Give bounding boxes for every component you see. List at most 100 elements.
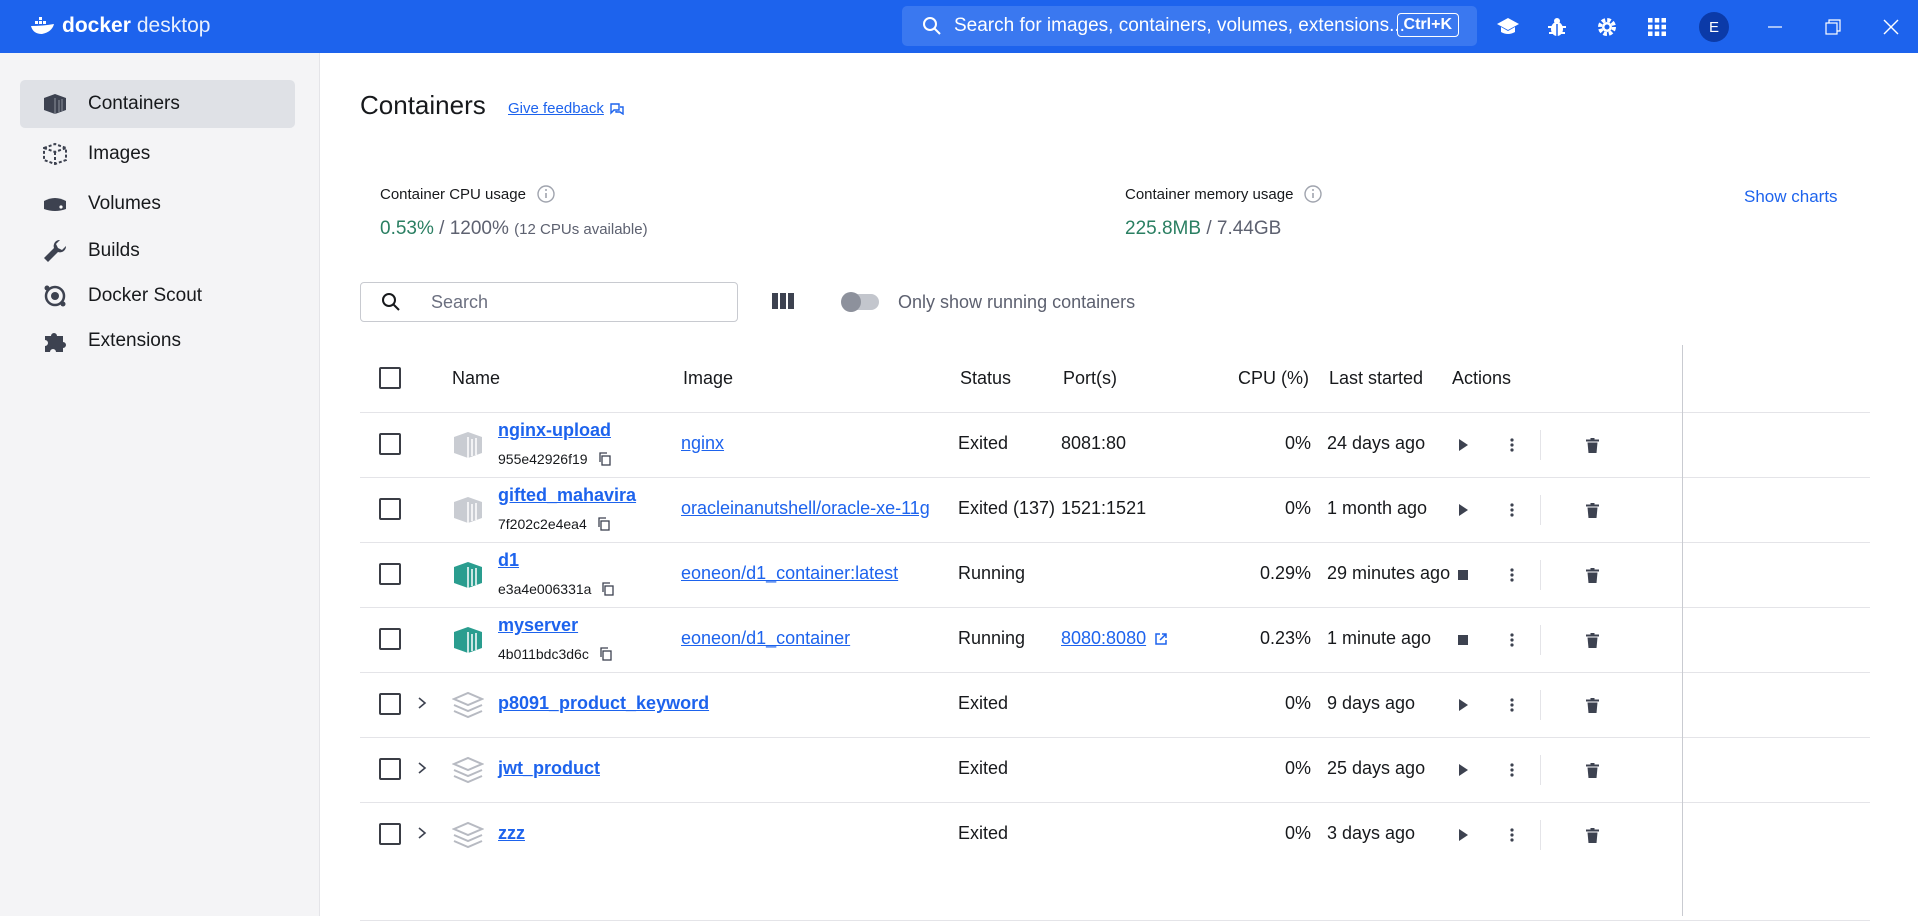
- more-options-icon[interactable]: [1502, 825, 1522, 845]
- container-name[interactable]: d1: [498, 550, 519, 571]
- delete-icon[interactable]: [1582, 760, 1602, 780]
- show-charts-button[interactable]: Show charts: [1744, 187, 1838, 207]
- expand-chevron-icon[interactable]: [416, 760, 428, 776]
- delete-icon[interactable]: [1582, 630, 1602, 650]
- container-name[interactable]: jwt_product: [498, 758, 600, 779]
- delete-icon[interactable]: [1582, 695, 1602, 715]
- copy-icon[interactable]: [601, 582, 615, 596]
- image-link[interactable]: eoneon/d1_container: [681, 628, 850, 649]
- scout-icon: [40, 281, 70, 311]
- row-checkbox[interactable]: [379, 498, 401, 520]
- copy-icon[interactable]: [599, 647, 613, 661]
- info-icon[interactable]: [1303, 184, 1323, 204]
- info-icon[interactable]: [536, 184, 556, 204]
- cpu-percent: 0%: [1284, 433, 1311, 453]
- row-checkbox[interactable]: [379, 823, 401, 845]
- row-checkbox[interactable]: [379, 628, 401, 650]
- sidebar-item-images[interactable]: Images: [20, 130, 295, 178]
- container-search-input[interactable]: Search: [360, 282, 738, 322]
- table-row[interactable]: gifted_mahavira 7f202c2e4ea4 oracleinanuts…: [360, 477, 1870, 542]
- external-link-icon[interactable]: [1154, 632, 1168, 646]
- close-icon[interactable]: [1878, 14, 1904, 40]
- give-feedback-link[interactable]: Give feedback: [508, 100, 624, 117]
- sidebar-item-volumes[interactable]: Volumes: [20, 180, 295, 228]
- global-search[interactable]: Search for images, containers, volumes, …: [902, 6, 1477, 46]
- table-row[interactable]: myserver 4b011bdc3d6c eoneon/d1_container R…: [360, 607, 1870, 672]
- image-link[interactable]: eoneon/d1_container:latest: [681, 563, 898, 584]
- last-started: 1 month ago: [1327, 498, 1428, 518]
- container-name[interactable]: p8091_product_keyword: [498, 693, 709, 714]
- port-text: 1521:1521: [1061, 498, 1147, 518]
- more-options-icon[interactable]: [1502, 695, 1522, 715]
- header-last-started[interactable]: Last started: [1329, 345, 1423, 412]
- grid-icon[interactable]: [1644, 14, 1670, 40]
- sidebar-item-builds[interactable]: Builds: [20, 227, 295, 275]
- row-checkbox[interactable]: [379, 693, 401, 715]
- container-name[interactable]: myserver: [498, 615, 578, 636]
- bug-icon[interactable]: [1544, 14, 1570, 40]
- header-cpu[interactable]: CPU (%): [1238, 345, 1309, 412]
- delete-icon[interactable]: [1582, 825, 1602, 845]
- image-link[interactable]: nginx: [681, 433, 724, 454]
- status-text: Running: [958, 628, 1026, 648]
- play-icon[interactable]: [1453, 500, 1473, 520]
- cpu-separator: /: [433, 218, 450, 239]
- learn-icon[interactable]: [1495, 14, 1521, 40]
- select-all-checkbox[interactable]: [379, 367, 401, 389]
- stop-icon[interactable]: [1453, 630, 1473, 650]
- sidebar-item-containers[interactable]: Containers: [20, 80, 295, 128]
- expand-chevron-icon[interactable]: [416, 695, 428, 711]
- more-options-icon[interactable]: [1502, 760, 1522, 780]
- status-text: Exited (137): [958, 498, 1056, 518]
- copy-icon[interactable]: [597, 517, 611, 531]
- play-icon[interactable]: [1453, 435, 1473, 455]
- gear-icon[interactable]: [1594, 14, 1620, 40]
- table-row[interactable]: p8091_product_keyword Exited 0% 9 days ago: [360, 672, 1870, 737]
- port-link[interactable]: 8080:8080: [1061, 628, 1168, 649]
- table-row[interactable]: jwt_product Exited 0% 25 days ago: [360, 737, 1870, 802]
- row-checkbox[interactable]: [379, 563, 401, 585]
- running-only-toggle[interactable]: [841, 292, 879, 312]
- copy-icon[interactable]: [598, 452, 612, 466]
- delete-icon[interactable]: [1582, 435, 1602, 455]
- table-row[interactable]: zzz Exited 0% 3 days ago: [360, 802, 1870, 867]
- minimize-icon[interactable]: [1762, 14, 1788, 40]
- table-row[interactable]: d1 e3a4e006331a eoneon/d1_container:latest…: [360, 542, 1870, 607]
- more-options-icon[interactable]: [1502, 435, 1522, 455]
- more-options-icon[interactable]: [1502, 630, 1522, 650]
- last-started: 1 minute ago: [1327, 628, 1432, 648]
- row-checkbox[interactable]: [379, 433, 401, 455]
- images-icon: [40, 139, 70, 169]
- delete-icon[interactable]: [1582, 565, 1602, 585]
- restore-icon[interactable]: [1820, 14, 1846, 40]
- delete-icon[interactable]: [1582, 500, 1602, 520]
- columns-icon[interactable]: [771, 291, 795, 311]
- more-options-icon[interactable]: [1502, 565, 1522, 585]
- compose-stack-icon: [452, 690, 484, 720]
- container-name[interactable]: zzz: [498, 823, 525, 844]
- running-only-label: Only show running containers: [898, 292, 1136, 312]
- sidebar-item-extensions[interactable]: Extensions: [20, 317, 295, 365]
- header-ports[interactable]: Port(s): [1063, 345, 1117, 412]
- play-icon[interactable]: [1453, 695, 1473, 715]
- play-icon[interactable]: [1453, 760, 1473, 780]
- table-row[interactable]: nginx-upload 955e42926f19 nginx Exited 8081:…: [360, 412, 1870, 477]
- more-options-icon[interactable]: [1502, 500, 1522, 520]
- header-name[interactable]: Name: [452, 345, 500, 412]
- cpu-total: 1200%: [449, 218, 509, 239]
- expand-chevron-icon[interactable]: [416, 825, 428, 841]
- container-name[interactable]: nginx-upload: [498, 420, 611, 441]
- container-id: 7f202c2e4ea4: [498, 516, 611, 532]
- image-link[interactable]: oracleinanutshell/oracle-xe-11g: [681, 498, 930, 519]
- play-icon[interactable]: [1453, 825, 1473, 845]
- header-image[interactable]: Image: [683, 345, 733, 412]
- sidebar-item-docker-scout[interactable]: Docker Scout: [20, 272, 295, 320]
- row-checkbox[interactable]: [379, 758, 401, 780]
- volumes-icon: [40, 189, 70, 219]
- avatar[interactable]: E: [1699, 12, 1729, 42]
- status-text: Exited: [958, 758, 1009, 778]
- header-status[interactable]: Status: [960, 345, 1011, 412]
- container-name[interactable]: gifted_mahavira: [498, 485, 636, 506]
- action-divider: [1540, 560, 1541, 590]
- stop-icon[interactable]: [1453, 565, 1473, 585]
